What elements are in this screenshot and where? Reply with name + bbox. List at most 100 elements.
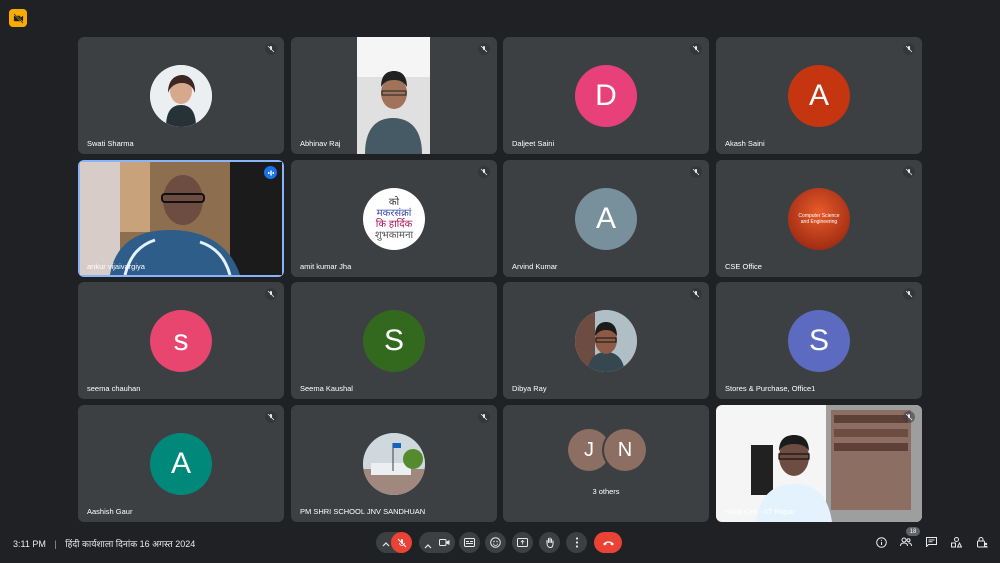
initial-avatar: A	[150, 433, 212, 495]
mic-off-icon	[265, 288, 277, 300]
participant-tile[interactable]: Dibya Ray	[503, 282, 709, 399]
participant-name: Hindi Cell - IIT Ropar	[725, 507, 795, 516]
info-icon	[875, 536, 887, 548]
mic-off-icon	[903, 411, 915, 423]
chevron-up-icon[interactable]	[382, 536, 390, 554]
participant-video	[357, 37, 430, 154]
participant-tile[interactable]: s seema chauhan	[78, 282, 284, 399]
lock-person-icon	[976, 537, 988, 548]
emoji-icon	[490, 537, 501, 548]
others-label: 3 others	[592, 487, 620, 496]
mic-off-icon	[478, 43, 490, 55]
captions-icon	[464, 538, 475, 547]
participant-name: Aashish Gaur	[87, 507, 133, 516]
participant-name: PM SHRI SCHOOL JNV SANDHUAN	[300, 507, 426, 516]
avatar-text-line: को	[388, 197, 400, 208]
mic-off-icon	[690, 166, 702, 178]
initial-avatar: N	[604, 429, 646, 471]
raise-hand-button[interactable]	[539, 532, 560, 553]
chat-button[interactable]	[921, 532, 941, 552]
mic-toggle-button[interactable]	[391, 532, 412, 553]
captions-button[interactable]	[459, 532, 480, 553]
end-call-icon	[602, 540, 614, 545]
present-icon	[517, 538, 528, 547]
participant-grid: Swati Sharma Abhinav Raj D Daljeet Saini…	[78, 37, 923, 522]
participant-tile[interactable]: PM SHRI SCHOOL JNV SANDHUAN	[291, 405, 497, 522]
participant-name: Stores & Purchase, Office1	[725, 384, 816, 393]
chat-icon	[925, 537, 937, 547]
reactions-button[interactable]	[485, 532, 506, 553]
participant-name: Daljeet Saini	[512, 139, 555, 148]
leave-call-button[interactable]	[594, 532, 622, 553]
activities-button[interactable]	[946, 532, 966, 552]
participant-name: seema chauhan	[87, 384, 141, 393]
mic-off-icon	[265, 43, 277, 55]
participant-video	[716, 405, 922, 522]
initial-avatar: D	[575, 65, 637, 127]
participant-name: Akash Saini	[725, 139, 765, 148]
mic-off-icon	[903, 43, 915, 55]
initial-avatar: A	[788, 65, 850, 127]
meeting-info: 3:11 PM | हिंदी कार्यशाला दिनांक 16 अगस्…	[13, 537, 195, 550]
participant-tile[interactable]: Hindi Cell - IIT Ropar	[716, 405, 922, 522]
others-tile[interactable]: J N 3 others	[503, 405, 709, 522]
mic-off-icon	[903, 166, 915, 178]
people-icon	[900, 537, 912, 547]
initial-avatar: S	[788, 310, 850, 372]
audio-controls	[376, 532, 412, 553]
meeting-details-button[interactable]	[871, 532, 891, 552]
profile-photo	[150, 65, 212, 127]
participant-name: ankur vijaivargiya	[87, 262, 145, 271]
participant-tile[interactable]: A Aashish Gaur	[78, 405, 284, 522]
participant-name: Dibya Ray	[512, 384, 547, 393]
participant-tile[interactable]: S Seema Kaushal	[291, 282, 497, 399]
mic-off-icon	[397, 538, 406, 547]
speaking-indicator-icon	[264, 166, 277, 179]
profile-photo: Computer Science and Engineering	[788, 188, 850, 250]
meeting-toolbar: 3:11 PM | हिंदी कार्यशाला दिनांक 16 अगस्…	[0, 522, 1000, 563]
participant-tile[interactable]: को मकरसंक्रां कि हार्दिक शुभकामना amit k…	[291, 160, 497, 277]
mic-off-icon	[690, 43, 702, 55]
profile-photo	[363, 433, 425, 495]
mic-off-icon	[903, 288, 915, 300]
participant-count-badge: 18	[906, 527, 920, 536]
initial-avatar: A	[575, 188, 637, 250]
participant-name: Swati Sharma	[87, 139, 134, 148]
mic-off-icon	[478, 166, 490, 178]
participant-tile[interactable]: A Arvind Kumar	[503, 160, 709, 277]
participant-tile-active-speaker[interactable]: ankur vijaivargiya	[78, 160, 284, 277]
participant-tile[interactable]: D Daljeet Saini	[503, 37, 709, 154]
participant-name: Arvind Kumar	[512, 262, 558, 271]
clock-time: 3:11 PM	[13, 539, 46, 549]
video-controls	[419, 532, 455, 553]
present-screen-button[interactable]	[512, 532, 533, 553]
participant-tile[interactable]: S Stores & Purchase, Office1	[716, 282, 922, 399]
participant-tile[interactable]: Swati Sharma	[78, 37, 284, 154]
self-view-hidden-icon[interactable]	[9, 9, 27, 27]
participant-tile[interactable]: Abhinav Raj	[291, 37, 497, 154]
initial-avatar: s	[150, 310, 212, 372]
profile-photo	[575, 310, 637, 372]
avatar-text-line: शुभकामना	[374, 230, 414, 241]
participant-name: amit kumar Jha	[300, 262, 352, 271]
participant-tile[interactable]: A Akash Saini	[716, 37, 922, 154]
camera-icon	[439, 539, 450, 546]
participant-video	[80, 162, 282, 276]
chevron-up-icon[interactable]	[424, 538, 432, 556]
avatar-text: Computer Science and Engineering	[798, 213, 840, 225]
avatar-text-line: कि हार्दिक	[375, 219, 413, 230]
camera-toggle-button[interactable]	[434, 532, 455, 553]
mic-off-icon	[478, 411, 490, 423]
profile-photo: को मकरसंक्रां कि हार्दिक शुभकामना	[363, 188, 425, 250]
more-options-button[interactable]	[566, 532, 587, 553]
participant-name: CSE Office	[725, 262, 762, 271]
separator: |	[54, 539, 57, 549]
participant-name: Abhinav Raj	[300, 139, 341, 148]
hand-icon	[545, 537, 554, 548]
participant-name: Seema Kaushal	[300, 384, 353, 393]
host-controls-button[interactable]	[972, 532, 992, 552]
initial-avatar: S	[363, 310, 425, 372]
mic-off-icon	[690, 288, 702, 300]
avatar-text-line: मकरसंक्रां	[376, 208, 412, 219]
participant-tile[interactable]: Computer Science and Engineering CSE Off…	[716, 160, 922, 277]
